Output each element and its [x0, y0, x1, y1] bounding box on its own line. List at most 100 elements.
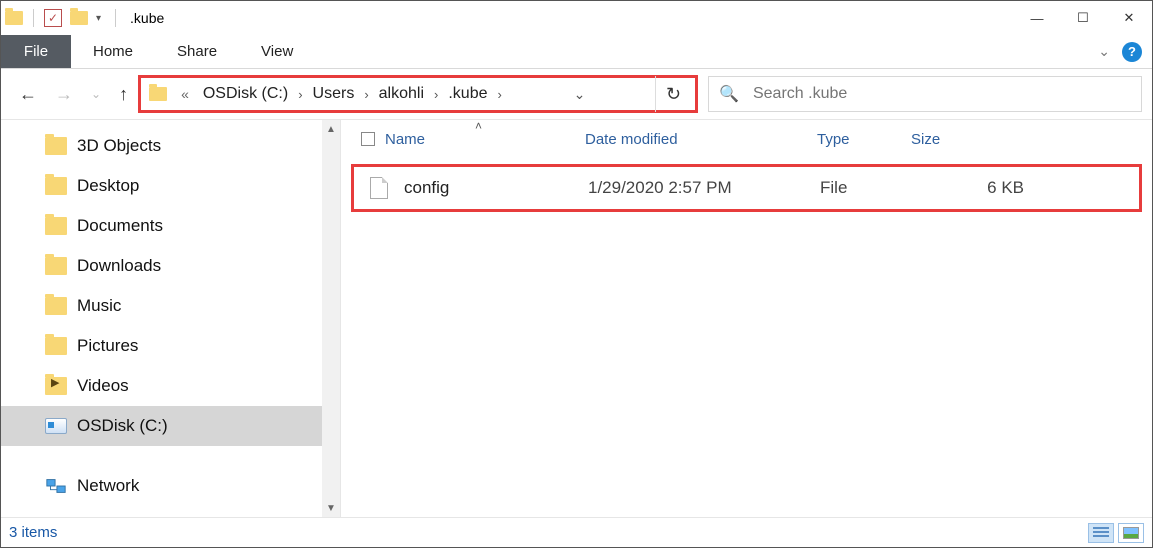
column-label: Name	[385, 131, 425, 148]
recent-locations-icon[interactable]: ⌄	[91, 87, 101, 101]
explorer-window: ✓ ▾ .kube — ☐ ✕ File Home Share View ⌄ ?…	[0, 0, 1153, 548]
forward-button[interactable]: →	[55, 84, 73, 105]
sidebar-item-label: Pictures	[77, 336, 138, 356]
item-count: 3 items	[9, 524, 57, 541]
folder-icon	[45, 217, 67, 235]
select-all-checkbox[interactable]	[351, 132, 385, 146]
navigation-row: ← → ⌄ ↑ « OSDisk (C:) › Users › alkohli …	[1, 69, 1152, 119]
file-size: 6 KB	[914, 178, 1064, 198]
qat-dropdown-icon[interactable]: ▾	[92, 13, 105, 24]
folder-icon	[70, 11, 88, 25]
folder-icon	[45, 257, 67, 275]
chevron-right-icon[interactable]: ›	[496, 87, 504, 102]
properties-icon[interactable]: ✓	[44, 9, 62, 27]
history-buttons: ← → ⌄ ↑	[11, 84, 128, 105]
file-row[interactable]: config 1/29/2020 2:57 PM File 6 KB	[351, 164, 1142, 212]
address-dropdown-icon[interactable]: ⌄	[565, 86, 593, 103]
column-size[interactable]: Size	[911, 131, 1051, 148]
help-icon[interactable]: ?	[1122, 42, 1142, 62]
separator	[115, 9, 116, 27]
explorer-body: 3D Objects Desktop Documents Downloads M…	[1, 119, 1152, 517]
tab-view[interactable]: View	[239, 35, 315, 68]
scroll-up-icon[interactable]: ▲	[322, 120, 340, 138]
breadcrumb-segment[interactable]: .kube	[444, 85, 491, 103]
sidebar-item-desktop[interactable]: Desktop	[1, 166, 340, 206]
ribbon-right: ⌄ ?	[1098, 35, 1152, 68]
sidebar-item-label: Desktop	[77, 176, 139, 196]
view-toggles	[1088, 523, 1144, 543]
column-type[interactable]: Type	[817, 131, 911, 148]
file-type: File	[820, 178, 914, 198]
breadcrumb-segment[interactable]: alkohli	[375, 85, 428, 103]
quick-access-toolbar: ✓ ▾	[5, 9, 122, 27]
folder-icon	[45, 337, 67, 355]
ribbon-collapse-icon[interactable]: ⌄	[1098, 43, 1110, 60]
sidebar-item-label: Videos	[77, 376, 129, 396]
window-title: .kube	[130, 10, 164, 26]
sidebar-item-label: OSDisk (C:)	[77, 416, 168, 436]
column-headers: ˄ Name Date modified Type Size	[351, 124, 1142, 154]
column-name[interactable]: ˄ Name	[385, 131, 585, 148]
folder-icon	[45, 297, 67, 315]
file-date: 1/29/2020 2:57 PM	[588, 178, 820, 198]
chevron-right-icon[interactable]: ›	[362, 87, 370, 102]
separator	[1, 446, 340, 466]
sidebar-item-videos[interactable]: Videos	[1, 366, 340, 406]
sidebar-item-network[interactable]: Network	[1, 466, 340, 506]
sidebar-scrollbar[interactable]: ▲ ▼	[322, 120, 340, 517]
sidebar-item-documents[interactable]: Documents	[1, 206, 340, 246]
scroll-down-icon[interactable]: ▼	[322, 499, 340, 517]
up-button[interactable]: ↑	[119, 84, 128, 105]
sidebar-item-osdisk[interactable]: OSDisk (C:)	[1, 406, 340, 446]
refresh-button[interactable]: ↻	[655, 76, 691, 112]
chevron-right-icon[interactable]: ›	[432, 87, 440, 102]
breadcrumb-segment[interactable]: Users	[309, 85, 359, 103]
window-controls: — ☐ ✕	[1014, 2, 1152, 34]
file-type-icon	[354, 177, 404, 199]
sidebar-item-3d-objects[interactable]: 3D Objects	[1, 126, 340, 166]
title-bar: ✓ ▾ .kube — ☐ ✕	[1, 1, 1152, 35]
sidebar-item-label: Music	[77, 296, 121, 316]
videos-icon	[45, 377, 67, 395]
back-button[interactable]: ←	[19, 84, 37, 105]
status-bar: 3 items	[1, 517, 1152, 547]
folder-icon	[45, 137, 67, 155]
sidebar-item-pictures[interactable]: Pictures	[1, 326, 340, 366]
disk-icon	[45, 418, 67, 434]
file-name: config	[404, 178, 588, 198]
search-input[interactable]	[751, 84, 1131, 104]
sidebar-item-label: Downloads	[77, 256, 161, 276]
scroll-track[interactable]	[322, 138, 340, 499]
minimize-button[interactable]: —	[1014, 2, 1060, 34]
folder-icon	[45, 177, 67, 195]
column-label: Type	[817, 131, 850, 148]
tab-share[interactable]: Share	[155, 35, 239, 68]
column-date[interactable]: Date modified	[585, 131, 817, 148]
ribbon-tabs: File Home Share View ⌄ ?	[1, 35, 1152, 69]
chevron-right-icon[interactable]: ›	[296, 87, 304, 102]
folder-icon	[149, 87, 167, 101]
column-label: Size	[911, 131, 940, 148]
close-button[interactable]: ✕	[1106, 2, 1152, 34]
navigation-pane: 3D Objects Desktop Documents Downloads M…	[1, 120, 341, 517]
thumbnails-view-button[interactable]	[1118, 523, 1144, 543]
separator	[33, 9, 34, 27]
network-icon	[45, 477, 67, 495]
details-view-button[interactable]	[1088, 523, 1114, 543]
sort-indicator-icon: ˄	[475, 119, 482, 133]
sidebar-item-downloads[interactable]: Downloads	[1, 246, 340, 286]
sidebar-item-label: Network	[77, 476, 139, 496]
search-icon: 🔍	[719, 84, 739, 104]
breadcrumb-segment[interactable]: OSDisk (C:)	[199, 85, 292, 103]
folder-icon	[5, 11, 23, 25]
sidebar-item-label: Documents	[77, 216, 163, 236]
overflow-indicator: «	[175, 86, 195, 102]
file-tab[interactable]: File	[1, 35, 71, 68]
sidebar-item-label: 3D Objects	[77, 136, 161, 156]
sidebar-item-music[interactable]: Music	[1, 286, 340, 326]
tab-home[interactable]: Home	[71, 35, 155, 68]
search-box[interactable]: 🔍	[708, 76, 1142, 112]
column-label: Date modified	[585, 131, 678, 148]
address-bar[interactable]: « OSDisk (C:) › Users › alkohli › .kube …	[138, 75, 698, 113]
maximize-button[interactable]: ☐	[1060, 2, 1106, 34]
